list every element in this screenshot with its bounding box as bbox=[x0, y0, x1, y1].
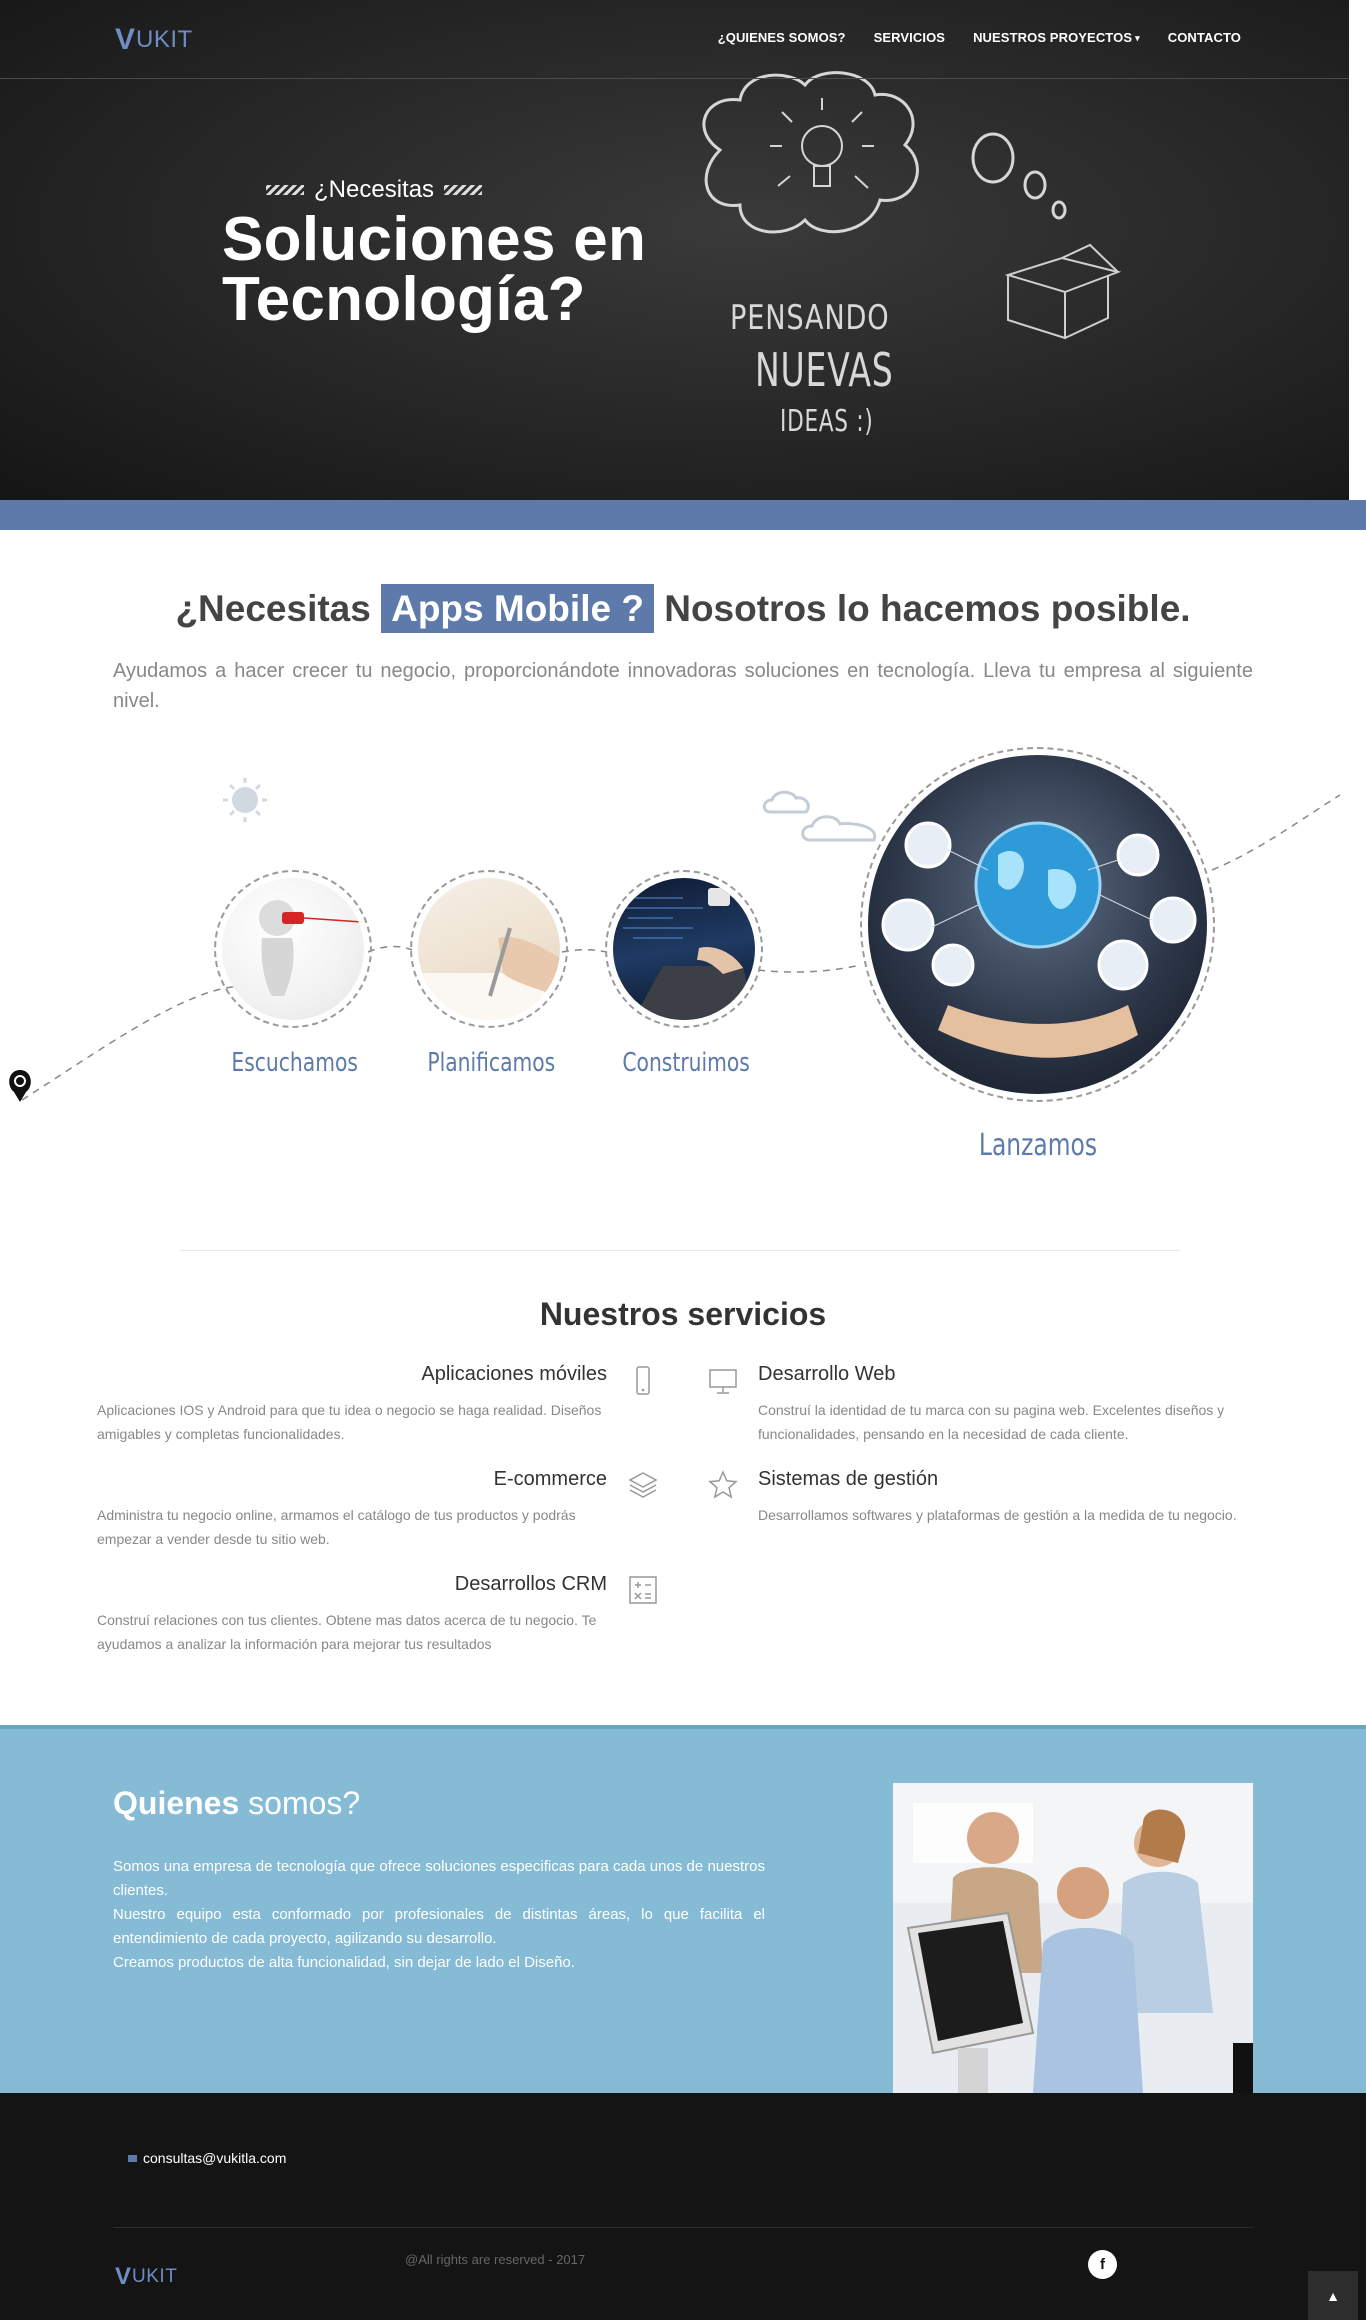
team-photo bbox=[893, 1783, 1253, 2093]
apps-subtitle: Ayudamos a hacer crecer tu negocio, prop… bbox=[113, 660, 1253, 712]
step-label-escuchamos: Escuchamos bbox=[231, 1048, 358, 1078]
services-heading: Nuestros servicios bbox=[0, 1296, 1366, 1333]
nav-item-servicios[interactable]: SERVICIOS bbox=[874, 30, 945, 45]
apps-heading: ¿Necesitas Apps Mobile ? Nosotros lo hac… bbox=[0, 584, 1366, 633]
services-heading-light: Nuestros bbox=[539, 1296, 679, 1332]
step-image-construimos bbox=[605, 870, 763, 1028]
nav-item-nuestros-proyectos[interactable]: NUESTROS PROYECTOS ▾ bbox=[973, 30, 1140, 45]
service-desc: Desarrollamos softwares y plataformas de… bbox=[758, 1507, 1237, 1523]
envelope-icon bbox=[128, 2154, 137, 2162]
service-title: Sistemas de gestión bbox=[758, 1468, 939, 1490]
scroll-to-top-button[interactable]: ▲ bbox=[1308, 2271, 1358, 2320]
logo-text: UKIT bbox=[132, 2266, 178, 2287]
chalk-text-3: IDEAS :) bbox=[780, 404, 874, 439]
about-section: Quienes somos? Somos una empresa de tecn… bbox=[0, 1725, 1366, 2093]
about-heading-light: somos? bbox=[248, 1785, 361, 1821]
section-divider bbox=[180, 1250, 1180, 1251]
nav-item-proyectos-label: NUESTROS PROYECTOS bbox=[973, 30, 1133, 45]
listening-figure-illustration bbox=[259, 900, 363, 996]
calculator-icon bbox=[629, 1576, 657, 1604]
step-image-escuchamos bbox=[214, 870, 372, 1028]
sun-icon bbox=[223, 778, 267, 822]
service-desc: Construí relaciones con tus clientes. Ob… bbox=[97, 1612, 597, 1652]
service-sistemas-de-gestion: Sistemas de gestión Desarrollamos softwa… bbox=[758, 1468, 1278, 1527]
service-ecommerce: E-commerce Administra tu negocio online,… bbox=[97, 1468, 607, 1551]
hatch-decoration bbox=[266, 185, 304, 195]
writing-hand-illustration bbox=[418, 927, 560, 1020]
service-title: Desarrollo Web bbox=[758, 1363, 896, 1385]
layers-icon bbox=[628, 1472, 658, 1498]
about-heading-bold: Quienes bbox=[113, 1785, 240, 1821]
service-title: E-commerce bbox=[493, 1468, 607, 1490]
services-heading-bold: servicios bbox=[687, 1296, 827, 1332]
about-line-1: Somos una empresa de tecnología que ofre… bbox=[113, 1858, 765, 1899]
about-text: Somos una empresa de tecnología que ofre… bbox=[113, 1855, 765, 1975]
about-heading: Quienes somos? bbox=[113, 1785, 360, 1822]
process-section: Escuchamos Planificamos Construimos Lanz… bbox=[0, 730, 1366, 1200]
step-image-lanzamos bbox=[860, 747, 1215, 1102]
chalk-text-2: NUEVAS bbox=[755, 343, 894, 397]
logo-mark: V bbox=[115, 2263, 132, 2290]
hero-title: Soluciones en Tecnología? bbox=[222, 209, 692, 331]
step-label-lanzamos: Lanzamos bbox=[978, 1128, 1098, 1163]
service-desc: Construí la identidad de tu marca con su… bbox=[758, 1402, 1225, 1442]
about-line-2: Nuestro equipo esta conformado por profe… bbox=[113, 1906, 765, 1947]
hero-kicker-text: ¿Necesitas bbox=[314, 176, 435, 203]
copyright-text: @All rights are reserved - 2017 bbox=[405, 2252, 586, 2267]
globe-hand-illustration bbox=[881, 821, 1197, 1058]
about-line-3: Creamos productos de alta funcionalidad,… bbox=[113, 1954, 575, 1971]
apps-heading-before: ¿Necesitas bbox=[175, 588, 371, 629]
nav-divider bbox=[0, 78, 1349, 79]
about-top-border bbox=[0, 1725, 1366, 1729]
apps-heading-highlight: Apps Mobile ? bbox=[381, 584, 654, 633]
nav-item-quienes-somos[interactable]: ¿QUIENES SOMOS? bbox=[718, 30, 846, 45]
service-desc: Aplicaciones IOS y Android para que tu i… bbox=[97, 1402, 602, 1442]
chalk-text-1: PENSANDO bbox=[730, 298, 890, 338]
hero-section: V UKIT ¿QUIENES SOMOS? SERVICIOS NUESTRO… bbox=[0, 0, 1349, 500]
logo-text: UKIT bbox=[136, 26, 193, 53]
hero-kicker: ¿Necesitas bbox=[266, 176, 483, 204]
footer-divider bbox=[113, 2227, 1253, 2228]
mobile-icon bbox=[636, 1366, 650, 1395]
service-title: Desarrollos CRM bbox=[454, 1573, 607, 1595]
coding-laptop-illustration bbox=[623, 888, 755, 1020]
step-label-construimos: Construimos bbox=[622, 1048, 750, 1078]
service-title: Aplicaciones móviles bbox=[421, 1363, 607, 1385]
step-image-planificamos bbox=[410, 870, 568, 1028]
service-aplicaciones-moviles: Aplicaciones móviles Aplicaciones IOS y … bbox=[97, 1363, 607, 1446]
cloud-icon bbox=[762, 790, 877, 842]
nav-item-contacto[interactable]: CONTACTO bbox=[1168, 30, 1241, 45]
team-photo-illustration bbox=[893, 1783, 1253, 2093]
hero-title-line1: Soluciones en bbox=[222, 205, 647, 274]
contact-email[interactable]: consultas@vukitla.com bbox=[128, 2150, 286, 2166]
step-label-planificamos: Planificamos bbox=[427, 1048, 556, 1078]
footer: consultas@vukitla.com V UKIT @All rights… bbox=[0, 2093, 1366, 2320]
hatch-decoration bbox=[444, 185, 483, 195]
service-desarrollos-crm: Desarrollos CRM Construí relaciones con … bbox=[97, 1573, 607, 1656]
footer-logo[interactable]: V UKIT bbox=[115, 2265, 177, 2289]
chevron-up-icon: ▲ bbox=[1326, 2287, 1340, 2304]
service-desc: Administra tu negocio online, armamos el… bbox=[97, 1507, 576, 1547]
facebook-icon[interactable]: f bbox=[1088, 2250, 1117, 2279]
contact-email-text: consultas@vukitla.com bbox=[143, 2150, 287, 2166]
star-icon bbox=[708, 1470, 738, 1499]
chevron-down-icon: ▾ bbox=[1135, 33, 1140, 43]
hero-title-line2: Tecnología? bbox=[222, 265, 586, 334]
logo-mark: V bbox=[115, 23, 136, 56]
monitor-icon bbox=[709, 1369, 737, 1394]
site-logo[interactable]: V UKIT bbox=[115, 25, 193, 55]
accent-band bbox=[0, 500, 1366, 530]
apps-heading-after: Nosotros lo hacemos posible. bbox=[664, 588, 1191, 629]
main-nav: ¿QUIENES SOMOS? SERVICIOS NUESTROS PROYE… bbox=[718, 30, 1241, 45]
service-desarrollo-web: Desarrollo Web Construí la identidad de … bbox=[758, 1363, 1278, 1446]
